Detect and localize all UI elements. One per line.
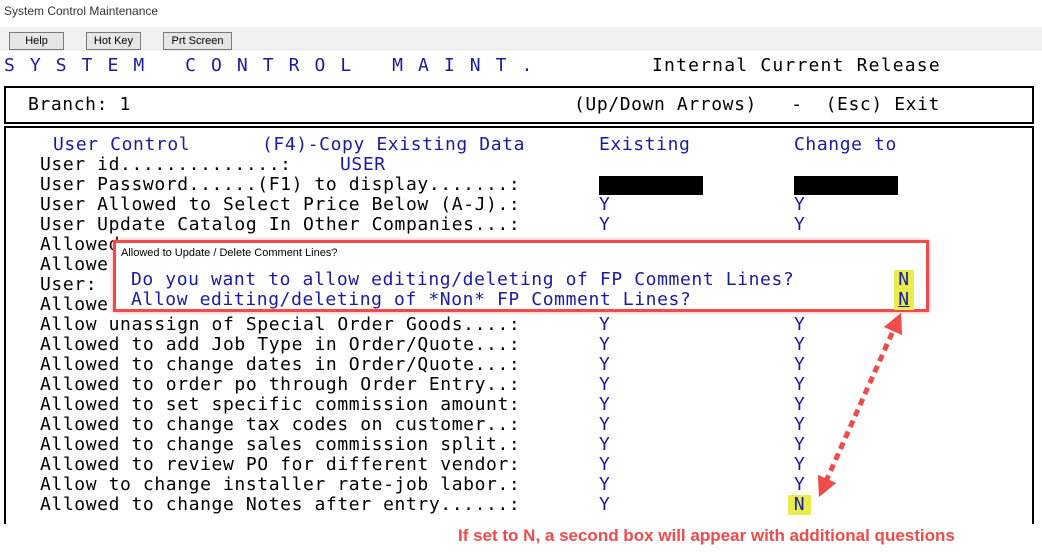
- annotation-arrow: [817, 312, 903, 498]
- double-arrow-icon: [817, 312, 903, 498]
- annotation-caption: If set to N, a second box will appear wi…: [458, 526, 955, 545]
